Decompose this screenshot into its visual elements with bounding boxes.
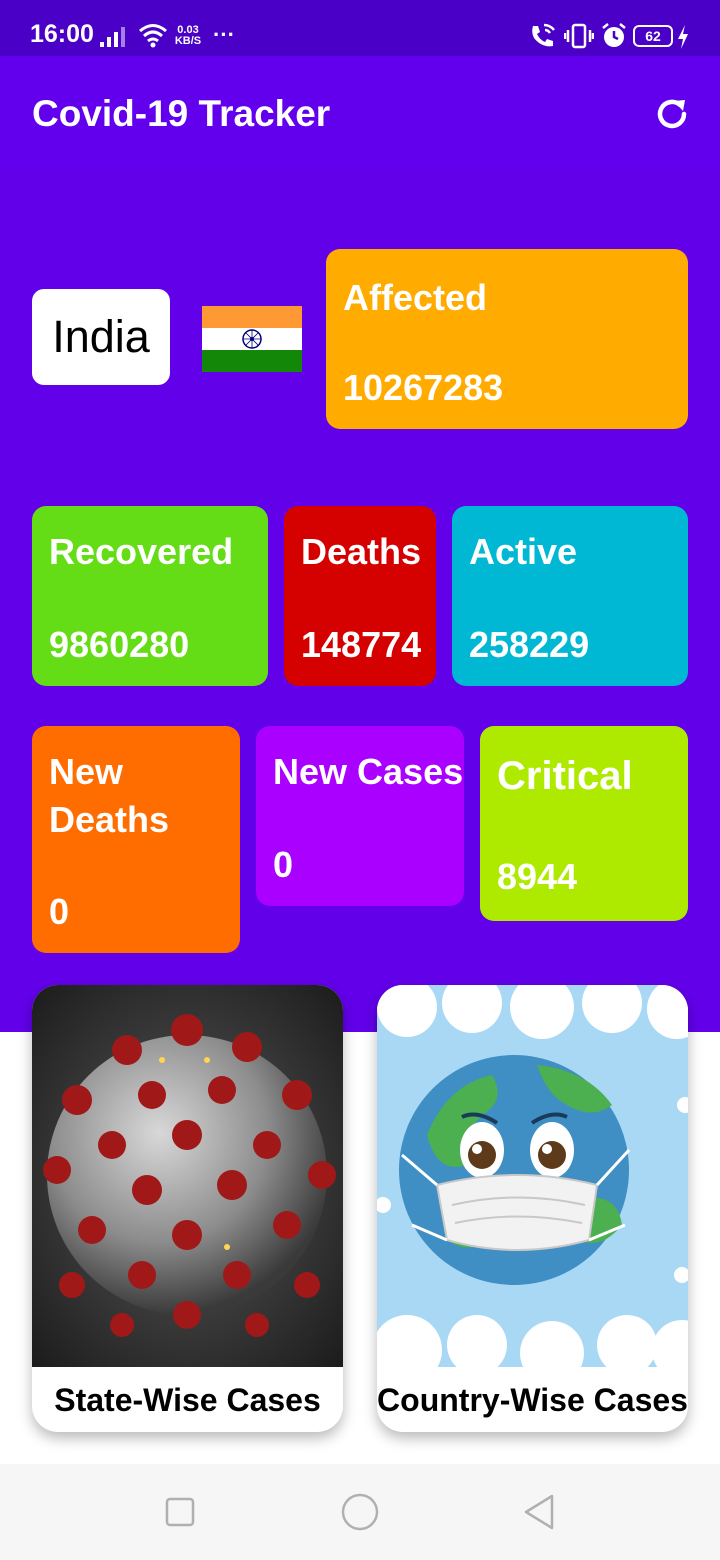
- more-notifications-icon: ···: [213, 22, 235, 47]
- vibrate-icon: [564, 23, 594, 49]
- country-name: India: [32, 289, 170, 385]
- india-flag-icon: [202, 306, 302, 372]
- affected-card: Affected 10267283: [326, 249, 688, 429]
- network-speed-unit: KB/S: [174, 35, 202, 47]
- new-cases-value: 0: [273, 844, 294, 885]
- active-card: Active 258229: [452, 506, 688, 686]
- recovered-label: Recovered: [49, 531, 234, 572]
- critical-value: 8944: [497, 856, 578, 897]
- deaths-card: Deaths 148774: [284, 506, 436, 686]
- affected-value: 10267283: [343, 367, 504, 408]
- new-deaths-value: 0: [49, 891, 70, 932]
- app-bar: Covid-19 Tracker: [0, 56, 720, 172]
- refresh-icon[interactable]: [650, 92, 694, 136]
- alarm-icon: [602, 23, 626, 47]
- critical-card: Critical 8944: [480, 726, 688, 921]
- recovered-value: 9860280: [49, 624, 190, 665]
- wifi-icon: [139, 24, 167, 48]
- critical-label: Critical: [497, 754, 633, 798]
- new-deaths-card: New Deaths 0: [32, 726, 240, 953]
- country-wise-caption: Country-Wise Cases: [377, 1382, 688, 1418]
- active-label: Active: [469, 531, 578, 572]
- masked-earth-image: [377, 985, 688, 1367]
- deaths-value: 148774: [301, 624, 422, 665]
- triangle-back-icon[interactable]: [518, 1490, 562, 1534]
- circle-icon[interactable]: [338, 1490, 382, 1534]
- battery-indicator: 62: [633, 25, 673, 47]
- square-icon[interactable]: [158, 1490, 202, 1534]
- active-value: 258229: [469, 624, 590, 665]
- coronavirus-image: [32, 985, 343, 1367]
- app-title: Covid-19 Tracker: [32, 93, 331, 134]
- new-deaths-label: New Deaths: [49, 751, 170, 840]
- deaths-label: Deaths: [301, 531, 422, 572]
- recovered-card: Recovered 9860280: [32, 506, 268, 686]
- status-time: 16:00: [30, 20, 94, 48]
- wifi-call-icon: [532, 23, 555, 47]
- system-nav-bar: [0, 1464, 720, 1560]
- new-cases-label: New Cases: [273, 751, 464, 792]
- signal-icon: [100, 27, 125, 47]
- state-wise-caption: State-Wise Cases: [54, 1382, 321, 1418]
- affected-label: Affected: [343, 277, 488, 318]
- new-cases-card: New Cases 0: [256, 726, 464, 906]
- network-speed: 0.03 KB/S: [173, 25, 203, 47]
- state-wise-card[interactable]: State-Wise Cases: [32, 985, 343, 1432]
- country-wise-card[interactable]: Country-Wise Cases: [377, 985, 688, 1432]
- charging-icon: [678, 25, 688, 49]
- status-bar: 16:00 0.03 KB/S ··· 62: [0, 0, 720, 56]
